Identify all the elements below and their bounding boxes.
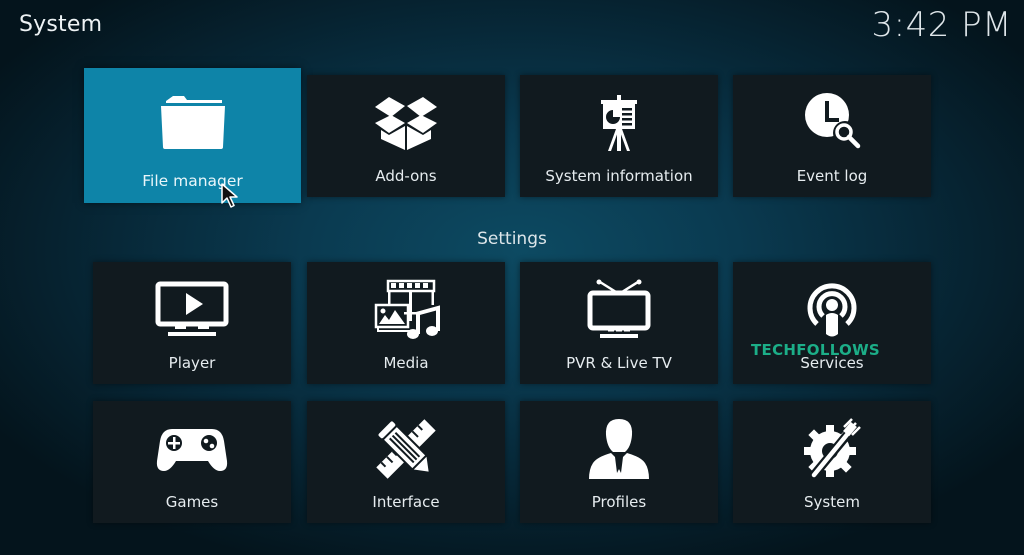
tile-media[interactable]: Media <box>307 262 505 384</box>
monitor-play-icon <box>152 278 232 342</box>
tile-system-information[interactable]: System information <box>520 75 718 197</box>
presentation-easel-icon <box>579 91 659 155</box>
clock-search-icon <box>792 91 872 155</box>
tile-system[interactable]: System <box>733 401 931 523</box>
tile-label: System information <box>545 167 693 185</box>
pencil-ruler-icon <box>366 417 446 481</box>
tile-add-ons[interactable]: Add-ons <box>307 75 505 197</box>
tile-player[interactable]: Player <box>93 262 291 384</box>
mouse-cursor-icon <box>221 183 239 213</box>
open-box-icon <box>366 91 446 155</box>
tile-label: Profiles <box>591 493 647 511</box>
tv-antenna-icon <box>579 278 659 342</box>
tile-label: File manager <box>142 172 243 190</box>
tile-services[interactable]: Services <box>733 262 931 384</box>
person-icon <box>579 417 659 481</box>
tile-label: Add-ons <box>375 167 437 185</box>
clock: 3:42 PM <box>871 5 1012 45</box>
tile-profiles[interactable]: Profiles <box>520 401 718 523</box>
tile-label: Event log <box>796 167 868 185</box>
tile-file-manager[interactable]: File manager <box>84 68 301 203</box>
tile-event-log[interactable]: Event log <box>733 75 931 197</box>
broadcast-podcast-icon <box>792 278 872 342</box>
tile-label: PVR & Live TV <box>566 354 672 372</box>
tile-label: Games <box>165 493 219 511</box>
tile-label: Media <box>383 354 429 372</box>
window-title: System <box>19 12 103 37</box>
watermark: TECHFOLLOWS <box>751 341 881 359</box>
settings-heading: Settings <box>477 229 547 249</box>
tile-games[interactable]: Games <box>93 401 291 523</box>
tile-interface[interactable]: Interface <box>307 401 505 523</box>
tile-pvr-live-tv[interactable]: PVR & Live TV <box>520 262 718 384</box>
gear-wrench-icon <box>792 417 872 481</box>
tile-label: Interface <box>372 493 440 511</box>
gamepad-icon <box>152 417 232 481</box>
tile-label: Player <box>168 354 216 372</box>
folder-icon <box>153 90 233 154</box>
tile-label: System <box>804 493 860 511</box>
media-film-photo-music-icon <box>366 278 446 342</box>
